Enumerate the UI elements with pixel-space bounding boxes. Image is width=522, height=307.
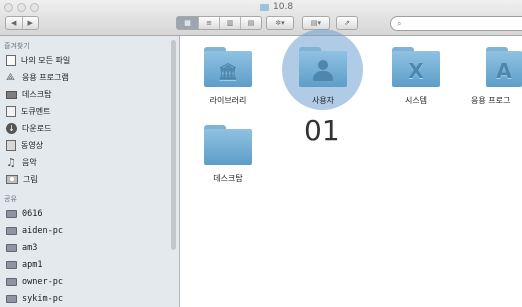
sidebar-item-label: apm1 (22, 259, 43, 270)
window-title-text: 10.8 (273, 2, 294, 12)
music-icon: ♫ (6, 155, 16, 169)
sidebar-item-applications[interactable]: ⟁ 응용 프로그램 (6, 70, 69, 85)
sidebar-item-movies[interactable]: 동영상 (6, 138, 43, 153)
sidebar-item-shared-owner-pc[interactable]: owner-pc (6, 274, 63, 289)
sidebar-item-label: 0616 (22, 208, 43, 219)
back-button[interactable]: ◀ (6, 17, 22, 29)
computer-icon (6, 243, 17, 252)
sidebar-item-pictures[interactable]: 그림 (6, 172, 38, 187)
desktop-icon (6, 90, 17, 99)
user-icon (318, 60, 328, 70)
folder-label[interactable]: 시스템 (371, 95, 461, 106)
folder-label[interactable]: 라이브러리 (183, 95, 273, 106)
movies-icon (6, 140, 16, 151)
forward-button[interactable]: ▶ (21, 17, 39, 29)
sidebar-item-label: 그림 (23, 175, 38, 184)
list-view-button[interactable]: ≡ (198, 17, 219, 29)
sidebar-item-label: 도큐멘트 (21, 107, 51, 116)
sidebar-item-label: 다운로드 (22, 124, 52, 133)
search-icon: ⌕ (397, 18, 402, 28)
sidebar: 즐겨찾기 나의 모든 파일 ⟁ 응용 프로그램 데스크탑 도큐멘트 ↓ 다운로드… (0, 36, 180, 307)
folder-label[interactable]: 데스크탑 (183, 173, 273, 184)
sidebar-item-label: 데스크탑 (22, 90, 52, 99)
column-view-button[interactable]: ▥ (219, 17, 240, 29)
folder-desktop[interactable] (204, 125, 252, 165)
sidebar-item-shared-aiden-pc[interactable]: aiden-pc (6, 223, 63, 238)
sidebar-scrollbar[interactable] (171, 40, 176, 250)
folder-library[interactable]: 🏛 (204, 47, 252, 87)
zoom-window-button[interactable] (30, 3, 39, 12)
system-x-icon: X (408, 59, 424, 83)
library-icon: 🏛 (217, 61, 239, 81)
pictures-icon (6, 175, 18, 184)
folder-applications[interactable]: A (486, 47, 522, 87)
sidebar-item-desktop[interactable]: 데스크탑 (6, 87, 51, 102)
cover-flow-button[interactable]: ▤ (240, 17, 261, 29)
favorites-header: 즐겨찾기 (4, 42, 30, 50)
folder-users[interactable] (299, 47, 347, 87)
all-files-icon (6, 55, 16, 66)
sidebar-item-shared-apm1[interactable]: apm1 (6, 257, 42, 272)
sidebar-item-label: aiden-pc (22, 225, 63, 236)
sidebar-item-label: 동영상 (21, 141, 44, 150)
minimize-window-button[interactable] (17, 3, 26, 12)
sidebar-item-shared-am3[interactable]: am3 (6, 240, 37, 255)
folder-body (204, 129, 252, 165)
search-field[interactable]: ⌕ (390, 16, 522, 31)
icon-view-button[interactable]: ▦ (177, 17, 198, 29)
sidebar-item-all-files[interactable]: 나의 모든 파일 (6, 53, 70, 68)
apps-icon: A (496, 59, 512, 83)
computer-icon (6, 277, 17, 286)
sidebar-item-downloads[interactable]: ↓ 다운로드 (6, 121, 51, 136)
sidebar-item-label: 음악 (22, 158, 37, 167)
computer-icon (6, 294, 17, 303)
sidebar-item-shared-0616[interactable]: 0616 (6, 206, 42, 221)
action-menu-button[interactable]: ✲▾ (266, 16, 294, 30)
folder-label[interactable]: 사용자 (278, 95, 368, 106)
arrange-menu-button[interactable]: ▤▾ (302, 16, 330, 30)
computer-icon (6, 260, 17, 269)
sidebar-item-shared-sykim-pc[interactable]: sykim-pc (6, 291, 63, 306)
sidebar-item-label: sykim-pc (22, 293, 63, 304)
close-window-button[interactable] (4, 3, 13, 12)
computer-icon (6, 209, 17, 218)
share-button[interactable]: ⇗ (336, 16, 358, 30)
toolbar: 10.8 ◀ ▶ ▦ ≡ ▥ ▤ ✲▾ ▤▾ ⇗ ⌕ (0, 0, 522, 36)
shared-header: 공유 (4, 195, 17, 203)
documents-icon (6, 106, 16, 117)
downloads-icon: ↓ (6, 123, 17, 134)
view-mode-buttons: ▦ ≡ ▥ ▤ (176, 16, 262, 30)
sidebar-item-label: owner-pc (22, 276, 63, 287)
window-title: 10.8 (260, 2, 293, 12)
back-forward-buttons: ◀ ▶ (5, 16, 39, 30)
sidebar-item-label: 나의 모든 파일 (21, 56, 71, 65)
annotation-number: 01 (304, 114, 340, 147)
sidebar-item-label: am3 (22, 242, 38, 253)
computer-icon (6, 226, 17, 235)
sidebar-item-label: 응용 프로그램 (22, 73, 69, 82)
finder-window: 10.8 ◀ ▶ ▦ ≡ ▥ ▤ ✲▾ ▤▾ ⇗ ⌕ 즐겨찾기 나의 모든 파일… (0, 0, 522, 307)
sidebar-item-music[interactable]: ♫ 음악 (6, 155, 37, 170)
folder-label[interactable]: 응용 프로그 (471, 95, 522, 106)
user-icon-body (313, 71, 333, 81)
applications-icon: ⟁ (6, 71, 15, 83)
sidebar-item-documents[interactable]: 도큐멘트 (6, 104, 50, 119)
folder-icon (260, 3, 269, 11)
folder-system[interactable]: X (392, 47, 440, 87)
